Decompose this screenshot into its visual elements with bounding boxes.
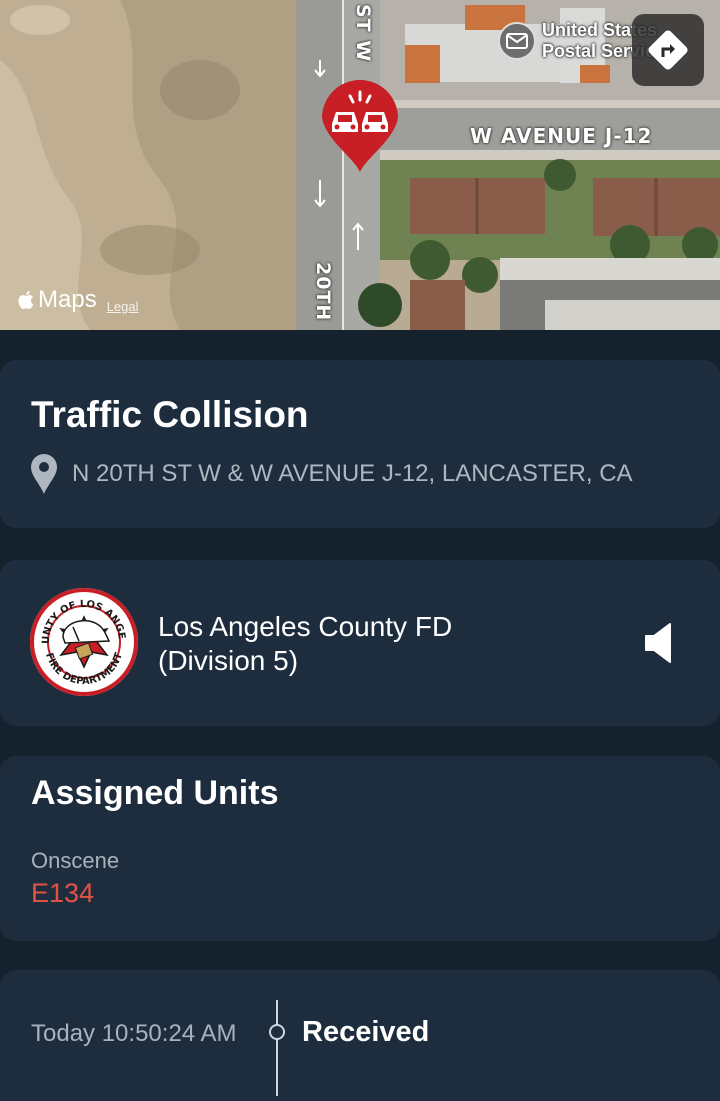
timeline-line	[276, 1000, 278, 1096]
unit-id[interactable]: E134	[31, 878, 94, 909]
agency-name-line2: (Division 5)	[158, 645, 299, 676]
street-label-avenue: W AVENUE J-12	[470, 124, 653, 148]
directions-icon	[648, 30, 688, 70]
assigned-units-card: Assigned Units Onscene E134	[0, 756, 720, 941]
incident-card: Traffic Collision N 20TH ST W & W AVENUE…	[0, 360, 720, 528]
directions-button[interactable]	[632, 14, 704, 86]
legal-link[interactable]: Legal	[107, 299, 139, 314]
apple-icon	[18, 290, 34, 309]
incident-address: N 20TH ST W & W AVENUE J-12, LANCASTER, …	[72, 460, 633, 487]
incident-address-row[interactable]: N 20TH ST W & W AVENUE J-12, LANCASTER, …	[30, 454, 633, 494]
maps-attribution[interactable]: Maps Legal	[18, 286, 139, 314]
map-view[interactable]: W AVENUE J-12 20TH ST W United States Po…	[0, 0, 720, 330]
location-pin-icon	[31, 454, 57, 494]
street-label-st-w: ST W	[352, 4, 374, 63]
timeline-dot-icon	[269, 1024, 285, 1040]
mail-icon	[498, 22, 536, 60]
units-title: Assigned Units	[31, 774, 279, 812]
speaker-icon[interactable]	[644, 622, 674, 669]
agency-logo: COUNTY OF LOS ANGELES FIRE DEPARTMENT	[25, 579, 139, 702]
street-label-20th: 20TH	[312, 262, 334, 322]
incident-title: Traffic Collision	[31, 394, 309, 435]
incident-pin-icon[interactable]	[318, 74, 402, 179]
agency-card[interactable]: COUNTY OF LOS ANGELES FIRE DEPARTMENT Lo…	[0, 560, 720, 726]
timeline-event: Received	[302, 1016, 430, 1048]
agency-name-line1: Los Angeles County FD	[158, 611, 453, 642]
timeline-time: Today 10:50:24 AM	[31, 1020, 237, 1047]
unit-status-label: Onscene	[31, 848, 120, 873]
agency-name: Los Angeles County FD (Division 5)	[158, 610, 452, 678]
maps-brand-name: Maps	[38, 286, 97, 313]
timeline-card: Today 10:50:24 AM Received	[0, 970, 720, 1101]
